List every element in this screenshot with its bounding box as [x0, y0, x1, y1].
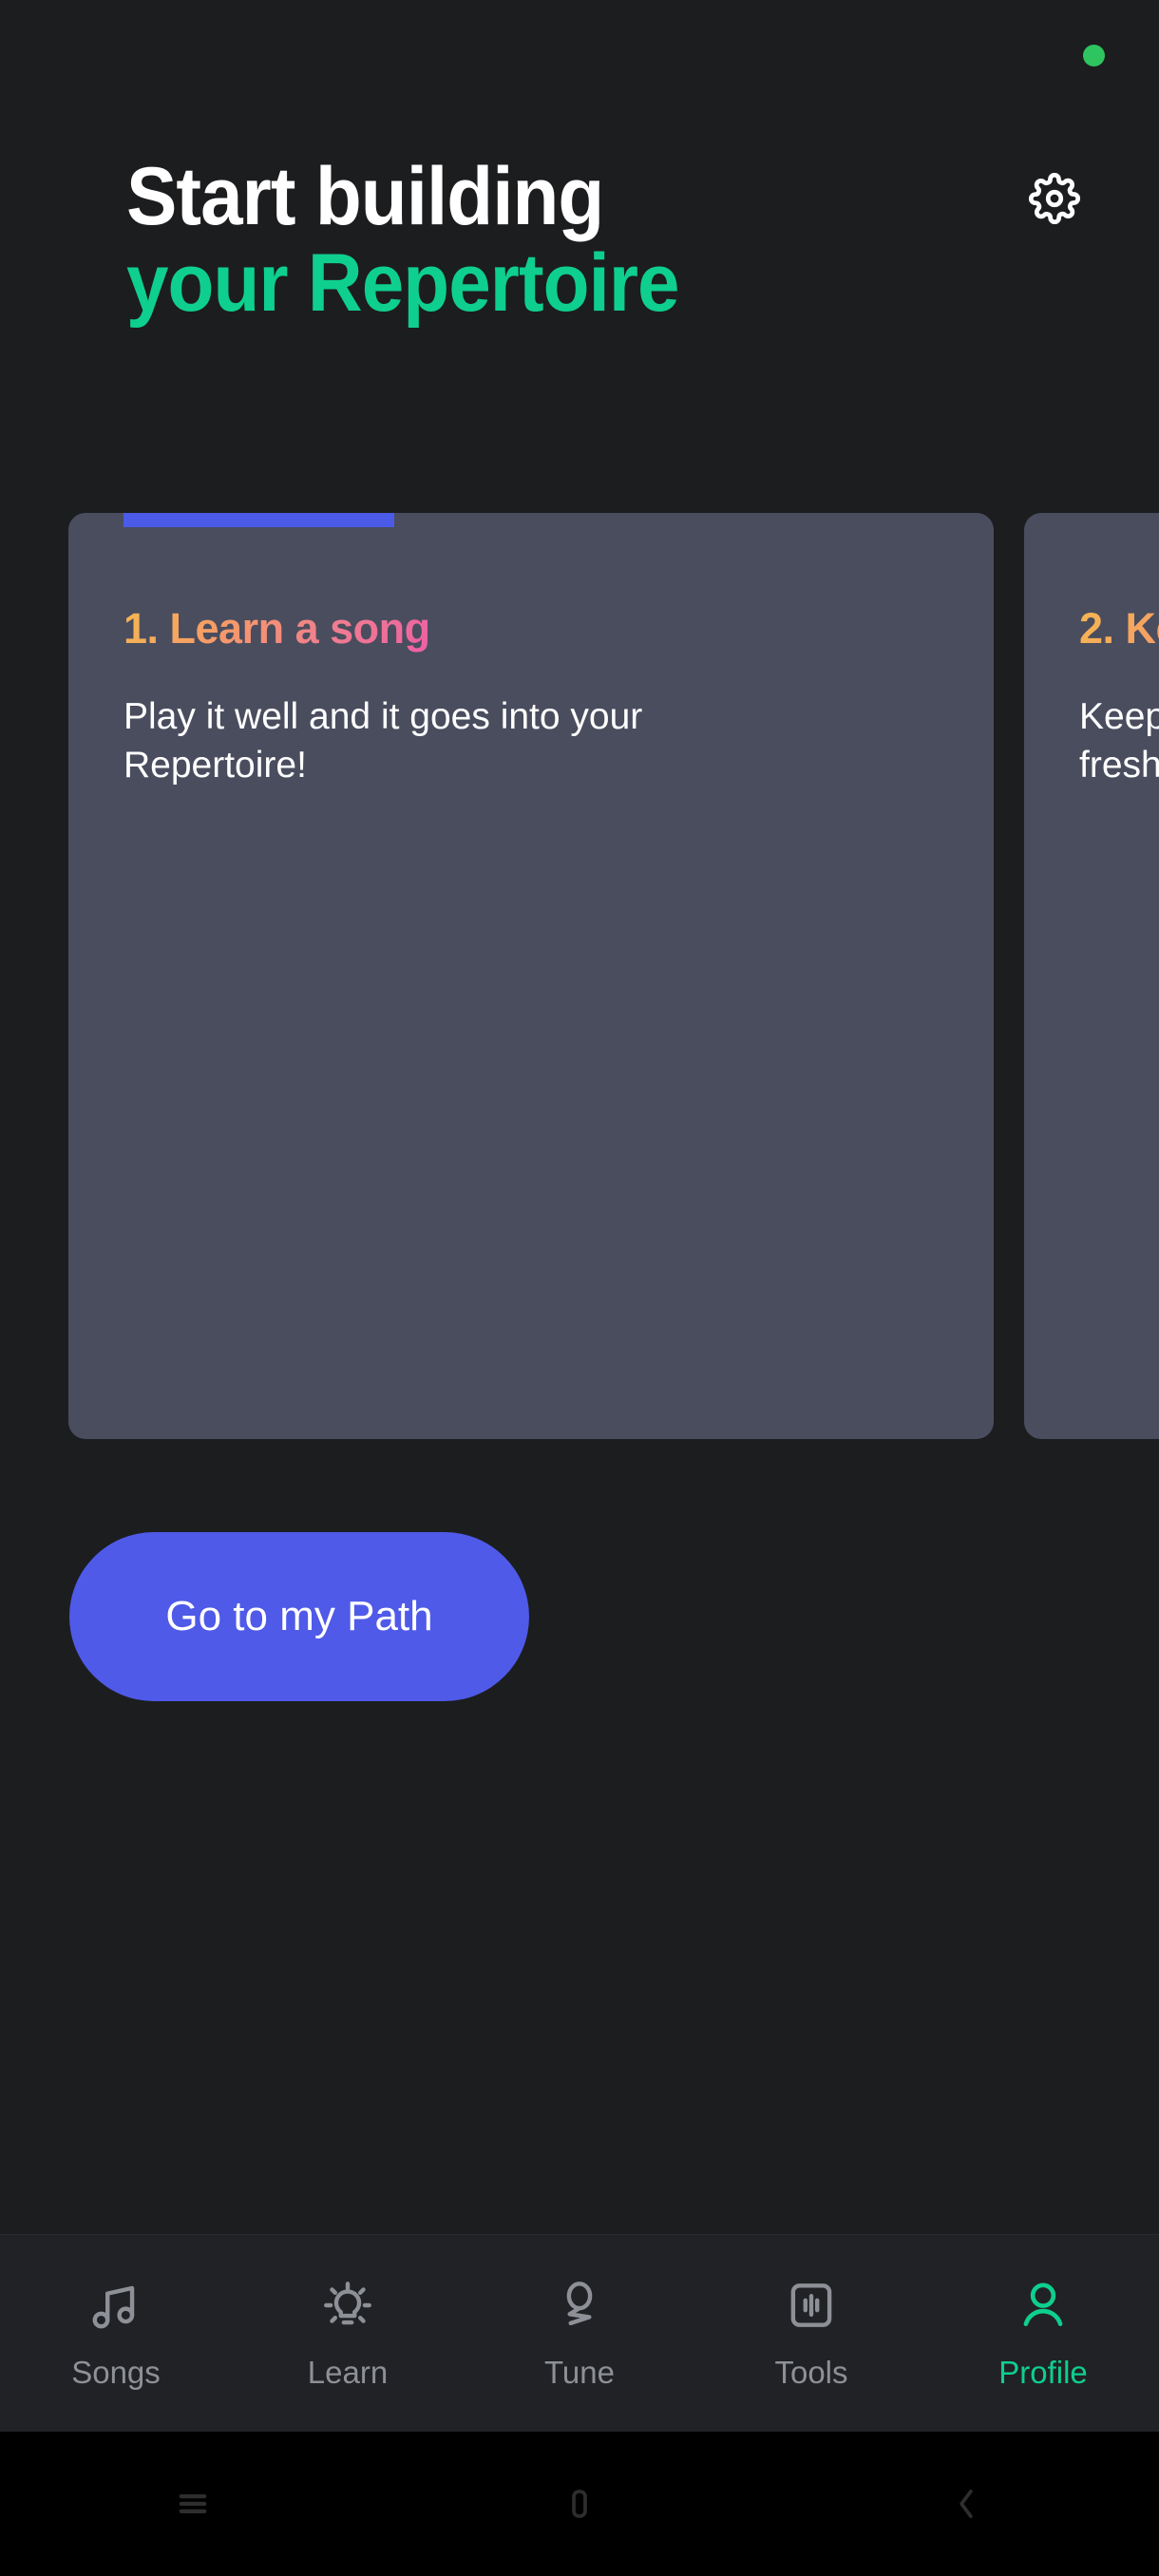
page-title: Start building your Repertoire [126, 151, 1029, 330]
recents-icon [173, 2484, 213, 2524]
onboarding-card[interactable]: 1. Learn a song Play it well and it goes… [68, 513, 994, 1439]
nav-item-tune[interactable]: Tune [464, 2235, 695, 2432]
nav-label-learn: Learn [307, 2355, 389, 2390]
equalizer-icon [782, 2271, 841, 2339]
card-title: 2. Keep it fresh [1079, 604, 1159, 653]
card-body-text: Keep songs in your Repertoire fresh with… [1079, 696, 1159, 786]
bottom-navigation-bar: Songs Learn Tune Tools Profile [0, 2234, 1159, 2432]
card-body-text: Play it well and it goes into your Reper… [124, 696, 643, 786]
music-note-icon [86, 2271, 145, 2339]
back-button[interactable] [772, 2484, 1159, 2524]
nav-item-tools[interactable]: Tools [695, 2235, 927, 2432]
android-system-navigation-bar [0, 2432, 1159, 2576]
page-title-line-1: Start building [126, 151, 604, 242]
nav-label-profile: Profile [998, 2355, 1088, 2390]
settings-button[interactable] [1019, 163, 1090, 234]
recents-button[interactable] [0, 2484, 387, 2524]
tuning-fork-icon [550, 2271, 609, 2339]
nav-label-tune: Tune [544, 2355, 615, 2390]
person-icon [1014, 2271, 1073, 2339]
nav-item-learn[interactable]: Learn [232, 2235, 464, 2432]
page-title-line-2: your Repertoire [126, 237, 680, 330]
nav-item-profile[interactable]: Profile [927, 2235, 1159, 2432]
card-title: 1. Learn a song [124, 604, 430, 653]
lightbulb-icon [318, 2271, 377, 2339]
home-icon [560, 2484, 599, 2524]
status-dot-green-icon [1083, 45, 1105, 66]
go-to-my-path-button[interactable]: Go to my Path [69, 1532, 529, 1701]
card-progress-bar [124, 513, 394, 527]
onboarding-card[interactable]: 2. Keep it fresh Keep songs in your Repe… [1024, 513, 1159, 1439]
gear-icon [1029, 173, 1080, 224]
home-button[interactable] [387, 2484, 773, 2524]
back-icon [946, 2484, 986, 2524]
nav-label-songs: Songs [71, 2355, 161, 2390]
nav-item-songs[interactable]: Songs [0, 2235, 232, 2432]
onboarding-card-carousel[interactable]: 1. Learn a song Play it well and it goes… [0, 513, 1159, 1444]
nav-label-tools: Tools [774, 2355, 848, 2390]
app-screen: Start building your Repertoire 1. Learn … [0, 0, 1159, 2576]
